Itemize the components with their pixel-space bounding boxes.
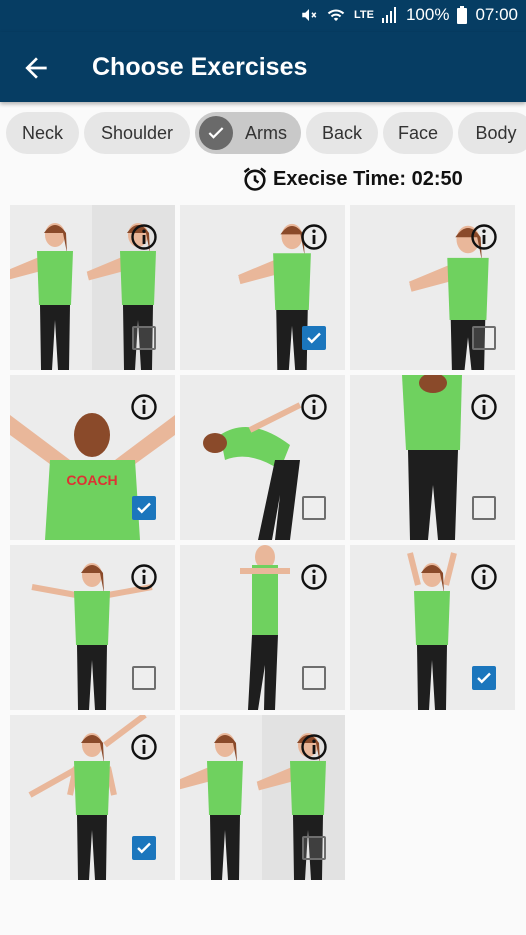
exercise-checkbox[interactable] — [132, 326, 156, 350]
info-button[interactable] — [300, 223, 328, 251]
info-icon — [301, 734, 327, 760]
battery-level: 100% — [405, 5, 450, 24]
exercise-tile[interactable] — [10, 205, 175, 370]
clock-time: 07:00 — [475, 5, 518, 24]
exercise-tile[interactable] — [180, 715, 345, 880]
svg-text:COACH: COACH — [66, 472, 117, 488]
info-button[interactable] — [130, 733, 158, 761]
chip-label: Body — [475, 122, 517, 143]
exercise-tile[interactable] — [350, 545, 515, 710]
exercise-checkbox[interactable] — [302, 496, 326, 520]
info-icon — [471, 224, 497, 250]
signal-icon — [381, 7, 396, 23]
alarm-clock-icon — [243, 167, 267, 191]
info-icon — [301, 564, 327, 590]
info-icon — [471, 564, 497, 590]
info-button[interactable] — [470, 563, 498, 591]
chip-body[interactable]: Body — [458, 112, 526, 154]
checkmark-icon — [477, 672, 491, 684]
info-icon — [301, 394, 327, 420]
info-icon — [131, 734, 157, 760]
category-chips: Neck Shoulder Arms Back Face Body — [0, 112, 526, 154]
page-title: Choose Exercises — [92, 53, 308, 81]
exercise-checkbox[interactable] — [132, 666, 156, 690]
arrow-back-icon — [25, 57, 47, 79]
network-label: LTE — [354, 9, 374, 21]
app-bar: Choose Exercises — [0, 32, 526, 102]
info-button[interactable] — [300, 733, 328, 761]
info-icon — [471, 394, 497, 420]
exercise-tile[interactable] — [350, 205, 515, 370]
exercise-timer: Execise Time: 02:50 — [241, 165, 463, 193]
chip-arms[interactable]: Arms — [195, 112, 301, 154]
exercise-tile[interactable] — [180, 205, 345, 370]
checkmark-icon — [137, 502, 151, 514]
chip-label: Shoulder — [100, 122, 174, 143]
info-icon — [131, 224, 157, 250]
info-button[interactable] — [130, 563, 158, 591]
exercise-tile[interactable]: COACH — [10, 375, 175, 540]
check-icon — [199, 116, 233, 150]
exercise-checkbox[interactable] — [302, 326, 326, 350]
info-button[interactable] — [130, 223, 158, 251]
exercise-checkbox[interactable] — [472, 666, 496, 690]
back-button[interactable] — [20, 52, 52, 84]
exercise-checkbox[interactable] — [472, 496, 496, 520]
exercise-tile[interactable] — [350, 375, 515, 540]
chip-neck[interactable]: Neck — [6, 112, 79, 154]
chip-face[interactable]: Face — [383, 112, 453, 154]
exercise-tile[interactable] — [180, 545, 345, 710]
info-button[interactable] — [130, 393, 158, 421]
info-icon — [301, 224, 327, 250]
exercise-checkbox[interactable] — [472, 326, 496, 350]
info-button[interactable] — [300, 563, 328, 591]
exercise-tile[interactable] — [10, 715, 175, 880]
info-icon — [131, 564, 157, 590]
info-button[interactable] — [470, 393, 498, 421]
mute-icon — [302, 9, 317, 21]
battery-icon — [457, 6, 468, 24]
chip-label: Arms — [245, 122, 287, 143]
exercise-tile[interactable] — [10, 545, 175, 710]
exercise-checkbox[interactable] — [132, 836, 156, 860]
status-icons: LTE 100% 07:00 — [300, 5, 518, 25]
status-bar: LTE 100% 07:00 — [0, 0, 526, 32]
chip-back[interactable]: Back — [306, 112, 378, 154]
info-button[interactable] — [470, 223, 498, 251]
checkmark-icon — [307, 332, 321, 344]
info-button[interactable] — [300, 393, 328, 421]
exercise-tile[interactable] — [180, 375, 345, 540]
info-icon — [131, 394, 157, 420]
chip-shoulder[interactable]: Shoulder — [84, 112, 190, 154]
exercise-checkbox[interactable] — [302, 666, 326, 690]
chip-label: Neck — [21, 122, 63, 143]
chip-label: Back — [321, 122, 363, 143]
exercise-checkbox[interactable] — [302, 836, 326, 860]
exercise-checkbox[interactable] — [132, 496, 156, 520]
wifi-icon — [327, 9, 345, 21]
chip-label: Face — [397, 122, 439, 143]
timer-label: Execise Time: 02:50 — [273, 167, 463, 190]
checkmark-icon — [137, 842, 151, 854]
